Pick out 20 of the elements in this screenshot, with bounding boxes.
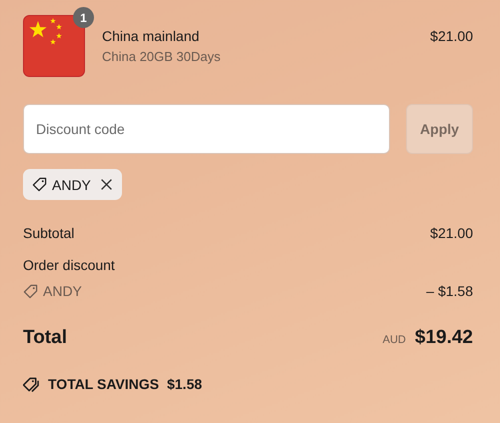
tag-icon xyxy=(32,177,47,192)
tags-icon xyxy=(23,376,40,392)
tag-icon xyxy=(23,284,38,298)
savings-label: TOTAL SAVINGS xyxy=(48,376,159,392)
item-variant: China 20GB 30Days xyxy=(102,49,222,64)
item-price: $21.00 xyxy=(430,27,473,44)
item-title: China mainland xyxy=(102,28,200,44)
discount-code: ANDY xyxy=(43,283,82,299)
discount-code: ANDY xyxy=(52,176,91,192)
discount-value: – $1.58 xyxy=(426,283,473,299)
quantity-badge: 1 xyxy=(73,7,94,28)
savings-value: $1.58 xyxy=(166,376,202,392)
subtotal-value: $21.00 xyxy=(430,225,473,241)
currency-code: AUD xyxy=(382,334,406,346)
flag-icon xyxy=(23,15,85,77)
subtotal-label: Subtotal xyxy=(23,225,74,241)
discount-code-field[interactable]: Discount code xyxy=(23,104,390,154)
discount-label: Order discount xyxy=(23,257,116,273)
total-value: $19.42 xyxy=(414,327,473,349)
total-label: Total xyxy=(23,327,67,349)
